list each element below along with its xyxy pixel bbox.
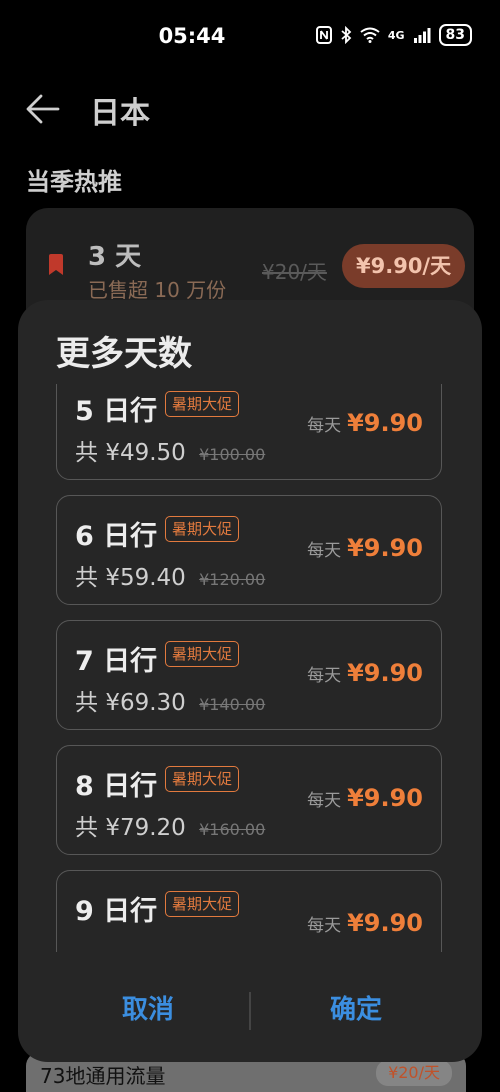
daily-price: ¥9.90 bbox=[347, 534, 423, 562]
daily-price: ¥9.90 bbox=[347, 659, 423, 687]
status-icons: 4G 83 bbox=[315, 24, 472, 46]
total-prefix: 共 bbox=[75, 815, 98, 841]
option-card[interactable]: 8 日行 暑期大促 共 ¥79.20 ¥160.00 每天 ¥9.90 bbox=[56, 745, 442, 855]
total-prefix: 共 bbox=[75, 440, 98, 466]
option-total: 共 ¥59.40 ¥120.00 bbox=[75, 558, 265, 592]
dialog-title: 更多天数 bbox=[56, 334, 192, 374]
option-total: 共 ¥69.30 ¥140.00 bbox=[75, 683, 265, 717]
daily-price: ¥9.90 bbox=[347, 784, 423, 812]
signal-icon bbox=[413, 27, 431, 43]
wifi-icon bbox=[360, 27, 380, 43]
option-daily: 每天 ¥9.90 bbox=[307, 409, 423, 437]
nfc-icon bbox=[315, 26, 332, 44]
option-daily: 每天 ¥9.90 bbox=[307, 909, 423, 937]
back-button[interactable] bbox=[26, 92, 62, 126]
option-card[interactable]: 6 日行 暑期大促 共 ¥59.40 ¥120.00 每天 ¥9.90 bbox=[56, 495, 442, 605]
option-total: 共 ¥79.20 ¥160.00 bbox=[75, 808, 265, 842]
options-list[interactable]: 5 日行 暑期大促 共 ¥49.50 ¥100.00 每天 ¥9.90 6 日行… bbox=[56, 384, 444, 952]
option-card[interactable]: 9 日行 暑期大促 每天 ¥9.90 bbox=[56, 870, 442, 952]
total-prefix: 共 bbox=[75, 565, 98, 591]
daily-price: ¥9.90 bbox=[347, 409, 423, 437]
option-card[interactable]: 7 日行 暑期大促 共 ¥69.30 ¥140.00 每天 ¥9.90 bbox=[56, 620, 442, 730]
option-days: 5 日行 bbox=[75, 396, 158, 427]
battery-level: 83 bbox=[438, 24, 472, 46]
daily-label: 每天 bbox=[307, 541, 342, 561]
more-days-dialog: 更多天数 5 日行 暑期大促 共 ¥49.50 ¥100.00 每天 ¥9.90… bbox=[18, 300, 482, 1062]
button-divider bbox=[249, 992, 251, 1030]
option-days: 8 日行 bbox=[75, 771, 158, 802]
list-item-name: 73地通用流量 bbox=[40, 1064, 166, 1088]
promo-badge: 暑期大促 bbox=[165, 766, 240, 792]
daily-label: 每天 bbox=[307, 791, 342, 811]
page-title: 日本 bbox=[90, 96, 150, 131]
option-days: 9 日行 bbox=[75, 896, 158, 927]
promo-badge: 暑期大促 bbox=[165, 516, 240, 542]
plan-old-price: ¥20/天 bbox=[262, 260, 327, 284]
plan-sold-count: 已售超 10 万份 bbox=[88, 278, 227, 302]
plan-days: 3 天 bbox=[88, 242, 142, 272]
daily-label: 每天 bbox=[307, 666, 342, 686]
status-bar: 05:44 4G 83 bbox=[0, 0, 500, 72]
daily-label: 每天 bbox=[307, 416, 342, 436]
option-daily: 每天 ¥9.90 bbox=[307, 784, 423, 812]
promo-badge: 暑期大促 bbox=[165, 891, 240, 917]
daily-price: ¥9.90 bbox=[347, 909, 423, 937]
option-card[interactable]: 5 日行 暑期大促 共 ¥49.50 ¥100.00 每天 ¥9.90 bbox=[56, 384, 442, 480]
cancel-button[interactable]: 取消 bbox=[58, 990, 238, 1030]
old-total-price: ¥100.00 bbox=[199, 445, 266, 464]
network-type-label: 4G bbox=[387, 28, 405, 42]
option-days: 7 日行 bbox=[75, 646, 158, 677]
header: 日本 bbox=[0, 80, 500, 138]
total-price: ¥69.30 bbox=[105, 690, 186, 716]
total-price: ¥49.50 bbox=[105, 440, 186, 466]
promo-badge: 暑期大促 bbox=[165, 391, 240, 417]
confirm-button[interactable]: 确定 bbox=[266, 990, 446, 1030]
section-title: 当季热推 bbox=[26, 168, 122, 196]
list-item-price: ¥20/天 bbox=[376, 1060, 452, 1086]
old-total-price: ¥140.00 bbox=[199, 695, 266, 714]
total-price: ¥79.20 bbox=[105, 815, 186, 841]
bluetooth-icon bbox=[340, 26, 352, 44]
back-arrow-icon bbox=[26, 94, 60, 124]
bookmark-icon bbox=[49, 254, 63, 275]
daily-label: 每天 bbox=[307, 916, 342, 936]
option-days: 6 日行 bbox=[75, 521, 158, 552]
option-daily: 每天 ¥9.90 bbox=[307, 659, 423, 687]
old-total-price: ¥120.00 bbox=[199, 570, 266, 589]
option-daily: 每天 ¥9.90 bbox=[307, 534, 423, 562]
total-price: ¥59.40 bbox=[105, 565, 186, 591]
option-total: 共 ¥49.50 ¥100.00 bbox=[75, 433, 265, 467]
total-prefix: 共 bbox=[75, 690, 98, 716]
promo-badge: 暑期大促 bbox=[165, 641, 240, 667]
old-total-price: ¥160.00 bbox=[199, 820, 266, 839]
plan-price-button[interactable]: ¥9.90/天 bbox=[342, 244, 466, 288]
